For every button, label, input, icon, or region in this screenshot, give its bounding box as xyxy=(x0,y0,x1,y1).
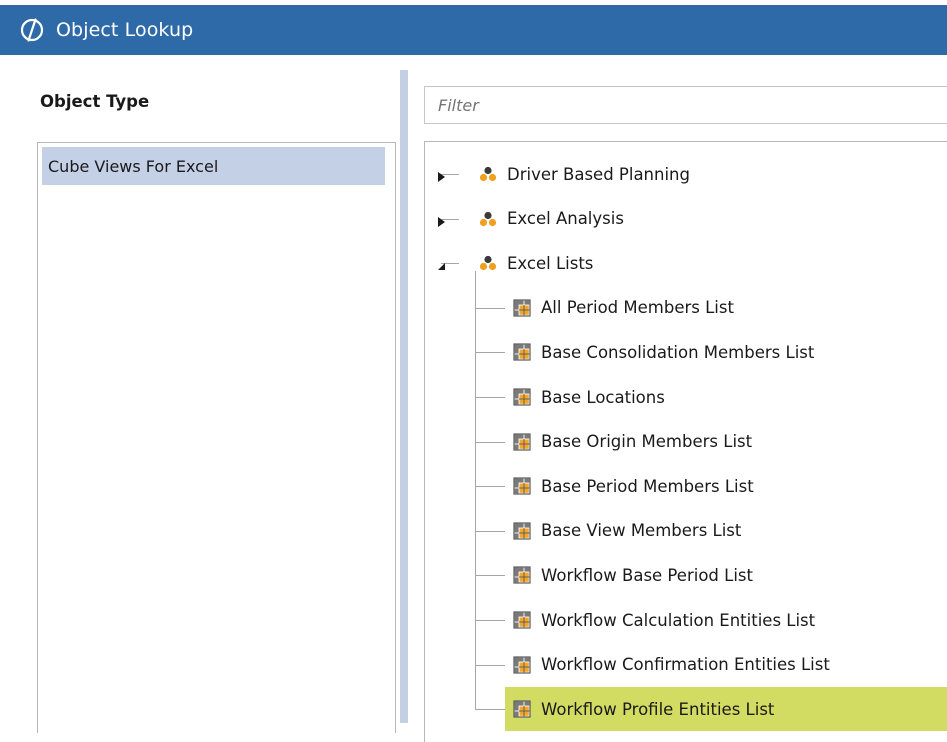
tree-item-label: Workflow Base Period List xyxy=(541,565,753,585)
object-type-panel: Object Type Cube Views For Excel xyxy=(30,70,397,733)
tree-connector-line xyxy=(475,271,476,710)
expand-arrow-icon[interactable] xyxy=(435,213,447,227)
title-bar: Object Lookup xyxy=(0,5,947,55)
tree-item-workflow-profile-entities-list[interactable]: Workflow Profile Entities List xyxy=(505,687,947,732)
tree-connector-line xyxy=(475,664,505,666)
cube-view-icon xyxy=(511,297,533,319)
tree-group-driver-based-planning[interactable]: Driver Based Planning xyxy=(477,158,690,190)
panel-splitter[interactable] xyxy=(400,70,408,723)
object-tree-panel: Driver Based Planning Excel Analysis Excel… xyxy=(408,70,947,742)
tree-item-label: Base Locations xyxy=(541,387,665,407)
cube-view-icon xyxy=(511,564,533,586)
tree-item-label: Excel Lists xyxy=(507,253,594,273)
object-tree[interactable]: Driver Based Planning Excel Analysis Excel… xyxy=(424,141,947,742)
filter-input[interactable] xyxy=(424,86,947,124)
tree-item-all-period-members-list[interactable]: All Period Members List xyxy=(511,292,734,324)
tree-item-label: Excel Analysis xyxy=(507,209,624,229)
tree-connector-line xyxy=(475,486,505,488)
tree-item-workflow-confirmation-entities-list[interactable]: Workflow Confirmation Entities List xyxy=(511,649,830,681)
tree-connector-line xyxy=(475,620,505,621)
object-type-header: Object Type xyxy=(40,92,150,111)
object-type-list[interactable]: Cube Views For Excel xyxy=(37,142,396,733)
tree-item-base-consolidation-members-list[interactable]: Base Consolidation Members List xyxy=(511,336,814,368)
cube-view-icon xyxy=(511,386,533,408)
tree-item-label: Workflow Calculation Entities List xyxy=(541,610,816,630)
tree-connector-line xyxy=(475,575,505,577)
tree-connector-line xyxy=(475,441,505,443)
tree-item-label: Workflow Profile Entities List xyxy=(541,699,775,719)
cube-view-icon xyxy=(511,431,533,453)
expand-arrow-icon[interactable] xyxy=(435,168,447,182)
tree-group-excel-analysis[interactable]: Excel Analysis xyxy=(477,203,624,235)
tree-item-base-locations[interactable]: Base Locations xyxy=(511,381,665,413)
onestream-logo-icon xyxy=(16,14,48,46)
tree-connector-line xyxy=(475,709,505,711)
cube-view-icon xyxy=(511,698,533,720)
tree-connector-line xyxy=(475,352,505,354)
tree-item-workflow-calculation-entities-list[interactable]: Workflow Calculation Entities List xyxy=(511,604,815,636)
group-icon xyxy=(477,208,499,230)
tree-item-label: Base Period Members List xyxy=(541,476,754,496)
tree-item-label: Workflow Confirmation Entities List xyxy=(541,655,830,675)
tree-item-base-origin-members-list[interactable]: Base Origin Members List xyxy=(511,426,752,458)
tree-group-excel-lists[interactable]: Excel Lists xyxy=(477,247,593,279)
cube-view-icon xyxy=(511,475,533,497)
tree-item-label: Base Origin Members List xyxy=(541,432,753,452)
cube-view-icon xyxy=(511,520,533,542)
group-icon xyxy=(477,163,499,185)
collapse-arrow-icon[interactable] xyxy=(435,257,447,271)
window-title: Object Lookup xyxy=(56,19,194,41)
cube-view-icon xyxy=(511,341,533,363)
tree-item-label: All Period Members List xyxy=(541,298,734,318)
tree-connector-line xyxy=(475,307,505,309)
tree-item-workflow-base-period-list[interactable]: Workflow Base Period List xyxy=(511,559,753,591)
tree-item-label: Base Consolidation Members List xyxy=(541,342,815,362)
tree-item-base-period-members-list[interactable]: Base Period Members List xyxy=(511,470,754,502)
cube-view-icon xyxy=(511,609,533,631)
tree-item-label: Driver Based Planning xyxy=(507,164,690,184)
tree-item-label: Base View Members List xyxy=(541,521,742,541)
group-icon xyxy=(477,252,499,274)
object-type-item-cube-views-for-excel[interactable]: Cube Views For Excel xyxy=(42,147,385,185)
tree-item-base-view-members-list[interactable]: Base View Members List xyxy=(511,515,741,547)
cube-view-icon xyxy=(511,654,533,676)
tree-connector-line xyxy=(475,397,505,398)
dialog-body: Object Type Cube Views For Excel Driver … xyxy=(0,55,947,742)
object-type-item-label: Cube Views For Excel xyxy=(48,156,219,176)
tree-connector-line xyxy=(475,530,505,532)
